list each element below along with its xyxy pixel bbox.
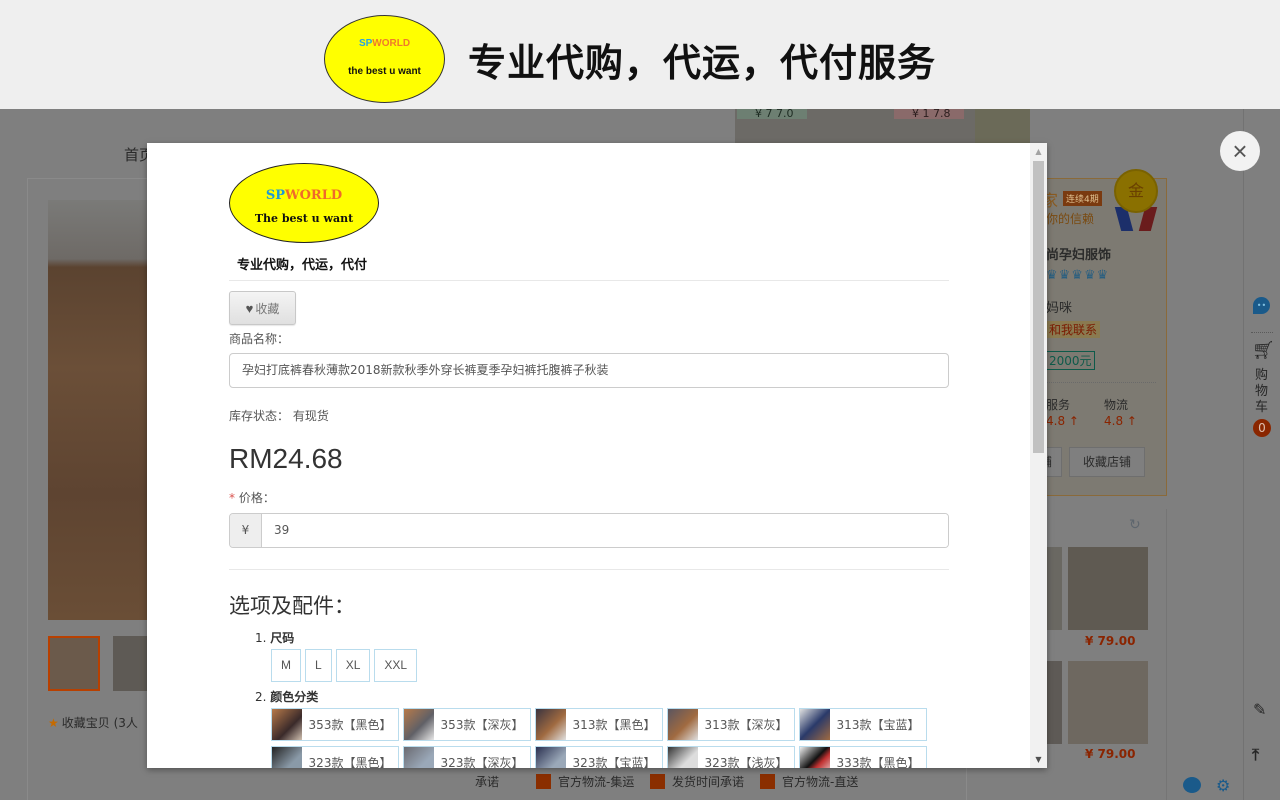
pencil-icon[interactable]: ✎	[1253, 700, 1266, 719]
color-option[interactable]: 353款【黑色】	[271, 708, 399, 741]
recommendation-image	[1068, 547, 1148, 630]
product-modal: SPWORLD The best u want 专业代购，代运，代付 ♥ 收藏 商…	[147, 143, 1047, 768]
right-toolbar	[1243, 109, 1280, 800]
color-option[interactable]: 313款【宝蓝】	[799, 708, 927, 741]
shop-name: 尚孕妇服饰	[1046, 248, 1112, 263]
close-modal-button[interactable]: ×	[1220, 131, 1260, 171]
divider	[229, 280, 949, 281]
deposit-badge: 2000元	[1046, 351, 1095, 370]
converted-price: RM24.68	[229, 443, 343, 474]
shop-trust-text: 你的信赖	[1046, 212, 1095, 226]
option-group-size-label: 1. 尺码	[255, 631, 295, 645]
score-value: 4.8 ↑	[1104, 414, 1137, 428]
scroll-thumb[interactable]	[1033, 161, 1044, 453]
modal-logo: SPWORLD The best u want	[229, 163, 379, 243]
option-group-color-label: 2. 颜色分类	[255, 690, 319, 704]
size-option[interactable]: M	[271, 649, 301, 682]
product-name-label: 商品名称：	[229, 332, 290, 346]
price-label: * 价格：	[229, 491, 275, 505]
banner-title: 专业代购，代运，代付服务	[468, 41, 937, 85]
color-thumbnail	[272, 747, 302, 768]
logo-tagline: the best u want	[348, 66, 421, 77]
size-option[interactable]: XXL	[374, 649, 418, 682]
divider	[229, 569, 949, 570]
shop-owner: 妈咪	[1046, 301, 1073, 316]
color-thumbnail	[536, 747, 566, 768]
color-thumbnail	[668, 747, 698, 768]
score-label: 物流	[1104, 398, 1129, 412]
size-option[interactable]: L	[305, 649, 332, 682]
color-option[interactable]: 313款【深灰】	[667, 708, 795, 741]
price-input[interactable]	[262, 514, 948, 547]
color-option[interactable]: 323款【深灰】	[403, 746, 531, 768]
scroll-up-arrow-icon[interactable]: ▲	[1030, 143, 1047, 160]
color-thumbnail	[800, 709, 830, 740]
color-thumbnail	[800, 747, 830, 768]
options-title: 选项及配件：	[229, 594, 355, 618]
shop-badge: 连续4期	[1063, 191, 1102, 206]
back-to-top-icon[interactable]: ⤒	[1252, 745, 1259, 765]
color-thumbnail	[404, 747, 434, 768]
color-option[interactable]: 313款【黑色】	[535, 708, 663, 741]
chat-icon[interactable]: ••	[1253, 297, 1270, 314]
cart-count-badge: 0	[1253, 419, 1271, 437]
color-thumbnail	[536, 709, 566, 740]
favorite-button[interactable]: ♥ 收藏	[229, 291, 296, 325]
logo-brand-sp: SP	[358, 38, 373, 49]
color-thumbnail	[272, 709, 302, 740]
heart-icon: ♥	[245, 300, 254, 316]
price-input-group: ¥	[229, 513, 949, 548]
recommendation-image	[1068, 661, 1148, 744]
color-option[interactable]: 323款【黑色】	[271, 746, 399, 768]
cart-label[interactable]: 购物车	[1255, 368, 1269, 416]
gold-medal-icon: 金	[1114, 169, 1158, 213]
color-thumbnail	[404, 709, 434, 740]
crown-rating-icons: ♛♛♛♛♛	[1046, 268, 1110, 283]
banner-logo: SPWORLD the best u want	[324, 15, 445, 103]
cart-icon[interactable]: 🛒︎	[1252, 340, 1275, 361]
logo-tagline: The best u want	[254, 212, 354, 225]
color-option[interactable]: 323款【宝蓝】	[535, 746, 663, 768]
wangwang-icon[interactable]	[1183, 777, 1201, 793]
divider	[1251, 332, 1273, 333]
color-options: 353款【黑色】 353款【深灰】 313款【黑色】 313款【深灰】 313款…	[271, 708, 951, 768]
stock-status: 库存状态： 有现货	[229, 409, 329, 423]
recommendation-price: ¥ 79.00	[1085, 634, 1136, 648]
recommendation-price: ¥ 79.00	[1085, 747, 1136, 761]
currency-addon: ¥	[230, 514, 262, 547]
color-option[interactable]: 323款【浅灰】	[667, 746, 795, 768]
contact-seller-link: 和我联系	[1046, 321, 1101, 338]
gear-icon[interactable]: ⚙	[1216, 776, 1230, 795]
product-name-input[interactable]: 孕妇打底裤春秋薄款2018新款秋季外穿长裤夏季孕妇裤托腹裤子秋装	[229, 353, 949, 388]
score-value: 4.8 ↑	[1046, 414, 1079, 428]
modal-slogan: 专业代购，代运，代付	[237, 258, 368, 273]
modal-scrollbar[interactable]: ▲ ▼	[1030, 143, 1047, 768]
score-label: 服务	[1046, 398, 1071, 412]
favorite-shop-button: 收藏店铺	[1069, 447, 1145, 477]
scroll-down-arrow-icon[interactable]: ▼	[1030, 751, 1047, 768]
logo-brand-world: WORLD	[372, 38, 411, 49]
size-option[interactable]: XL	[335, 649, 371, 682]
top-banner: SPWORLD the best u want 专业代购，代运，代付服务	[0, 0, 1280, 109]
logo-brand-sp: SP	[265, 188, 285, 203]
color-thumbnail	[668, 709, 698, 740]
divider	[1046, 382, 1156, 383]
refresh-icon: ↻	[1129, 517, 1141, 533]
logo-brand-world: WORLD	[285, 188, 343, 203]
size-options: M L XL XXL	[271, 649, 418, 682]
color-option[interactable]: 333款【黑色】	[799, 746, 927, 768]
color-option[interactable]: 353款【深灰】	[403, 708, 531, 741]
